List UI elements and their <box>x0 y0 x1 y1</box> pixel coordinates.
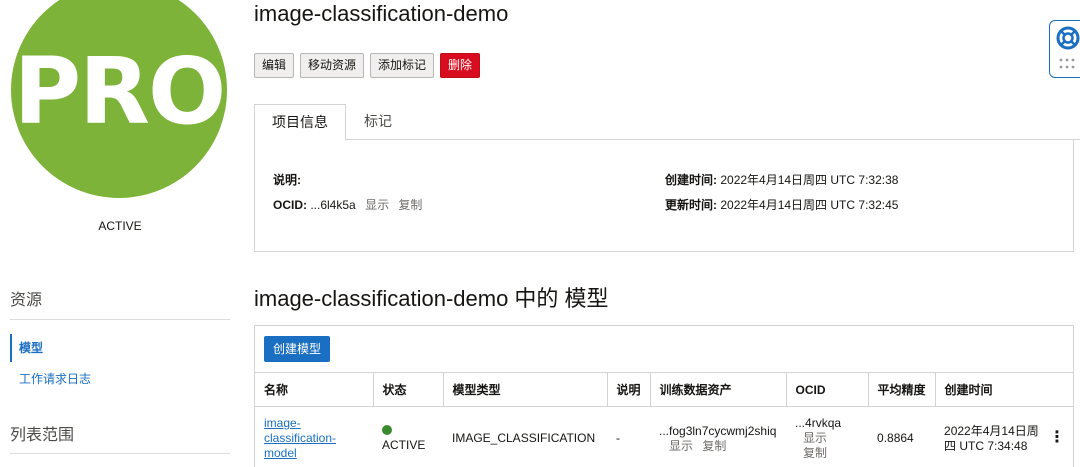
ocid-value: ...6l4k5a <box>310 198 356 212</box>
column-header-created[interactable]: 创建时间 <box>935 372 1073 407</box>
column-header-description[interactable]: 说明 <box>607 372 651 407</box>
created-label: 创建时间: <box>665 173 717 187</box>
column-header-ocid[interactable]: OCID <box>786 372 869 407</box>
divider <box>10 453 230 454</box>
edit-button[interactable]: 编辑 <box>254 53 295 78</box>
help-widget[interactable] <box>1049 20 1080 78</box>
tab-project-info[interactable]: 项目信息 <box>254 104 346 141</box>
add-tags-button[interactable]: 添加标记 <box>370 53 435 78</box>
lifebuoy-icon[interactable] <box>1056 26 1080 50</box>
column-header-name[interactable]: 名称 <box>255 372 374 407</box>
model-ocid-copy-link[interactable]: 复制 <box>795 446 859 461</box>
resources-heading: 资源 <box>10 292 43 309</box>
models-table: 名称 状态 模型类型 说明 训练数据资产 OCID 平均精度 创建时间 imag… <box>255 372 1073 467</box>
model-status: ACTIVE <box>382 437 426 452</box>
lifecycle-state: ACTIVE <box>98 219 142 233</box>
model-name-link[interactable]: image-classification-model <box>264 416 336 460</box>
column-header-avg-precision[interactable]: 平均精度 <box>868 372 936 407</box>
created-value: 2022年4月14日周四 UTC 7:32:38 <box>720 173 899 187</box>
created-field: 创建时间: 2022年4月14日周四 UTC 7:32:38 <box>665 171 898 188</box>
ocid-field: OCID: ...6l4k5a 显示 复制 <box>273 196 422 213</box>
delete-button[interactable]: 删除 <box>440 53 481 78</box>
model-ocid-show-link[interactable]: 显示 <box>795 431 859 446</box>
status-dot-icon <box>382 424 392 435</box>
action-toolbar: 编辑 移动资源 添加标记 删除 <box>254 53 481 78</box>
models-table-container: 创建模型 名称 状态 模型类型 说明 训练数据资产 OCID 平均精度 创建时间… <box>254 325 1074 467</box>
dataset-ocid: ...fog3ln7cycwmj2shiq <box>659 423 777 438</box>
list-scope-heading: 列表范围 <box>10 427 75 444</box>
row-actions-kebab-icon[interactable]: ⋮ <box>1049 430 1065 446</box>
move-resource-button[interactable]: 移动资源 <box>300 53 365 78</box>
updated-value: 2022年4月14日周四 UTC 7:32:45 <box>720 198 899 212</box>
avatar-text: PRO <box>13 38 226 145</box>
ocid-label: OCID: <box>273 198 307 212</box>
divider <box>10 319 230 320</box>
model-type: IMAGE_CLASSIFICATION <box>452 431 596 446</box>
model-created-time: 2022年4月14日周四 UTC 7:34:48 <box>944 423 1039 453</box>
column-header-status[interactable]: 状态 <box>373 372 444 407</box>
table-row: image-classification-model ACTIVE IMAGE_… <box>255 407 1073 467</box>
updated-field: 更新时间: 2022年4月14日周四 UTC 7:32:45 <box>665 196 898 213</box>
models-section-title: image-classification-demo 中的 模型 <box>254 286 609 311</box>
create-model-button[interactable]: 创建模型 <box>264 336 331 362</box>
grid-dots-icon[interactable] <box>1059 58 1075 70</box>
detail-tabs: 项目信息 标记 <box>254 104 1080 141</box>
sidebar-item-work-requests[interactable]: 工作请求日志 <box>19 370 91 387</box>
model-description: - <box>616 431 620 446</box>
column-header-model-type[interactable]: 模型类型 <box>443 372 608 407</box>
table-header-row: 名称 状态 模型类型 说明 训练数据资产 OCID 平均精度 创建时间 <box>255 372 1073 407</box>
dataset-show-link[interactable]: 显示 <box>669 439 693 453</box>
updated-label: 更新时间: <box>665 198 717 212</box>
model-avg-precision: 0.8864 <box>877 431 914 446</box>
tab-tags[interactable]: 标记 <box>347 104 409 141</box>
description-label: 说明: <box>273 173 301 187</box>
description-field: 说明: <box>273 171 301 188</box>
project-avatar: PRO <box>11 0 227 198</box>
dataset-copy-link[interactable]: 复制 <box>702 439 726 453</box>
sidebar-item-models[interactable]: 模型 <box>10 334 43 362</box>
column-header-training-dataset[interactable]: 训练数据资产 <box>650 372 787 407</box>
project-info-panel: 说明: OCID: ...6l4k5a 显示 复制 创建时间: 2022年4月1… <box>254 140 1074 252</box>
ocid-show-link[interactable]: 显示 <box>365 198 389 212</box>
page-title: image-classification-demo <box>254 1 509 26</box>
model-ocid: ...4rvkqa <box>795 416 842 431</box>
ocid-copy-link[interactable]: 复制 <box>398 198 422 212</box>
